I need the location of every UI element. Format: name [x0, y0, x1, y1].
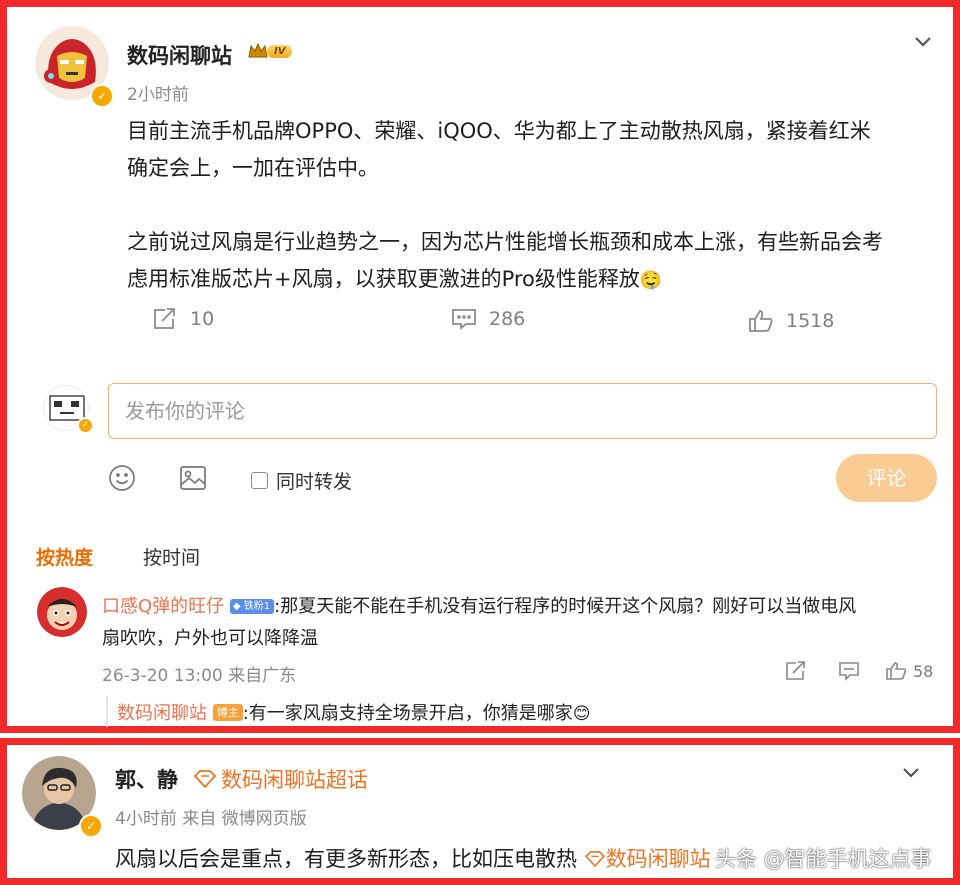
- sort-by-hot-tab[interactable]: 按热度: [36, 543, 93, 570]
- author-name[interactable]: 数码闲聊站: [127, 40, 232, 70]
- post-text-line: 目前主流手机品牌OPPO、荣耀、iQOO、华为都上了主动散热风扇，紧接着红米: [127, 119, 871, 143]
- comment-body: 口感Q弹的旺仔 ◆ 铁粉1:那夏天能不能在手机没有运行程序的时候开这个风扇？刚好…: [102, 591, 942, 655]
- chevron-down-icon[interactable]: [901, 765, 921, 784]
- author2-name[interactable]: 郭、静: [115, 764, 178, 794]
- post-text-line: 虑用标准版芯片+风扇，以获取更激进的Pro级性能释放: [127, 267, 640, 291]
- reply-divider: [106, 697, 108, 727]
- post-card: ✓ 数码闲聊站 IV 2小时前 目前主流手机品牌OPPO、荣耀、iQOO、华为都…: [0, 0, 960, 733]
- commenter-avatar[interactable]: [37, 587, 87, 637]
- smile-emoji-icon: 😊: [572, 704, 591, 724]
- submit-comment-button[interactable]: 评论: [836, 454, 937, 502]
- thumbs-up-icon: [886, 662, 907, 680]
- post2-meta: 4小时前 来自 微博网页版: [115, 809, 307, 829]
- sort-by-time-tab[interactable]: 按时间: [143, 543, 200, 570]
- comment-icon: [452, 309, 476, 330]
- drool-emoji-icon: 🤤: [639, 270, 663, 291]
- repost-icon: [786, 661, 805, 680]
- comment-input[interactable]: [108, 383, 937, 439]
- like-count: 1518: [786, 310, 835, 332]
- thumbs-up-icon: [749, 310, 773, 332]
- level-badge: IV: [267, 44, 293, 58]
- repost-icon: [154, 308, 175, 329]
- commenter-name[interactable]: 口感Q弹的旺仔: [102, 596, 224, 617]
- post2-text: 风扇以后会是重点，有更多新形态，比如压电散热: [115, 847, 577, 871]
- comment-count: 286: [489, 308, 526, 330]
- comment-reply-button[interactable]: [838, 661, 860, 681]
- diamond-icon: [193, 770, 217, 788]
- chevron-down-icon[interactable]: [913, 34, 933, 53]
- topic-name[interactable]: 数码闲聊站超话: [221, 764, 368, 794]
- post-time: 2小时前: [127, 85, 189, 105]
- post-text-line: 之前说过风扇是行业趋势之一，因为芯片性能增长瓶颈和成本上涨，有些新品会考: [127, 230, 883, 254]
- post-card-2: ✓ 郭、静 数码闲聊站超话 4小时前 来自 微博网页版 风扇以后会是重点，有更多…: [0, 738, 960, 885]
- emoji-icon[interactable]: [108, 464, 136, 496]
- reply-item: 数码闲聊站 博主:有一家风扇支持全场景开启，你猜是哪家😊: [117, 698, 591, 730]
- checkbox-box[interactable]: [251, 472, 268, 489]
- fan-badge: ◆ 铁粉1: [229, 599, 275, 614]
- watermark: 头条 @智能手机这点事: [715, 847, 932, 871]
- post2-body: 风扇以后会是重点，有更多新形态，比如压电散热 数码闲聊站: [115, 841, 711, 878]
- post-body: 目前主流手机品牌OPPO、荣耀、iQOO、华为都上了主动散热风扇，紧接着红米 确…: [127, 113, 947, 299]
- verified-badge-icon: ✓: [79, 814, 103, 838]
- comment-button[interactable]: 286: [451, 307, 525, 331]
- also-repost-label: 同时转发: [276, 471, 353, 493]
- reply-author[interactable]: 数码闲聊站: [117, 703, 207, 724]
- comment-time: 26-3-20 13:00 来自广东: [102, 666, 297, 686]
- comment-icon: [839, 662, 859, 681]
- topic-link[interactable]: 数码闲聊站超话: [193, 764, 368, 794]
- comment-text-line: 扇吹吹，户外也可以降降温: [102, 628, 318, 649]
- repost-button[interactable]: 10: [152, 307, 214, 331]
- like-button[interactable]: 1518: [748, 309, 834, 333]
- post-text-line: 确定会上，一加在评估中。: [127, 156, 379, 180]
- diamond-icon: [584, 851, 605, 868]
- also-repost-checkbox[interactable]: 同时转发: [251, 467, 352, 494]
- repost-count: 10: [190, 308, 215, 330]
- comment-like-button[interactable]: 58: [885, 661, 933, 681]
- topic-tag[interactable]: 数码闲聊站: [606, 847, 711, 871]
- comment-like-count: 58: [913, 661, 934, 681]
- comment-text-line: :那夏天能不能在手机没有运行程序的时候开这个风扇？刚好可以当做电风: [274, 596, 857, 617]
- image-icon[interactable]: [179, 465, 207, 495]
- reply-text: :有一家风扇支持全场景开启，你猜是哪家: [242, 703, 573, 724]
- comment-repost-button[interactable]: [785, 661, 807, 681]
- verified-badge-icon: ✓: [90, 84, 114, 108]
- host-badge: 博主: [212, 704, 243, 721]
- verified-badge-icon: ✓: [77, 417, 94, 434]
- crown-level-icon: IV: [247, 41, 293, 61]
